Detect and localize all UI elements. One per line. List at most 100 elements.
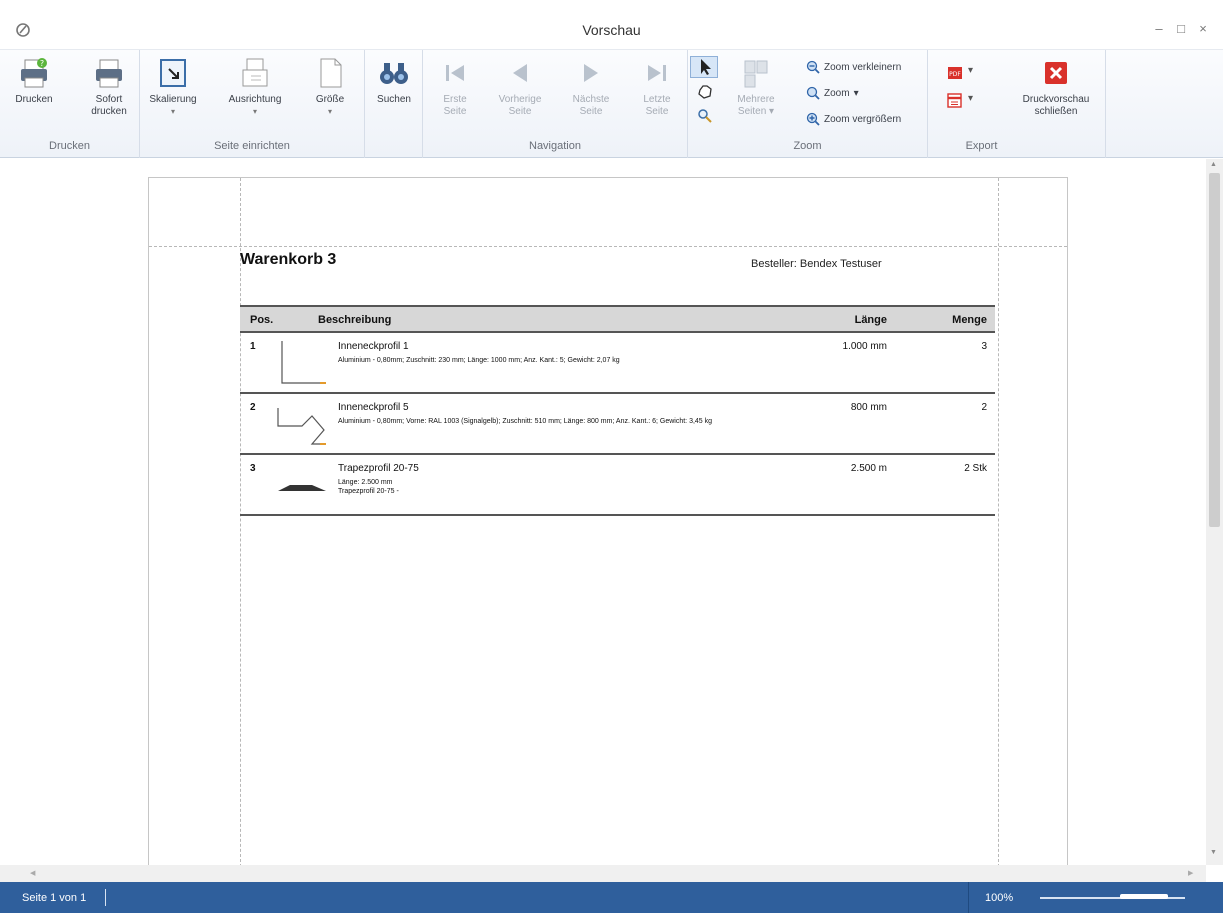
page-info: Seite 1 von 1 bbox=[22, 892, 87, 904]
row-pos: 3 bbox=[250, 463, 256, 474]
print-label: Drucken bbox=[15, 94, 53, 105]
cart-table: Pos. Beschreibung Länge Menge 1 Inneneck… bbox=[240, 305, 995, 516]
preview-area: Warenkorb 3 Besteller: Bendex Testuser P… bbox=[0, 159, 1206, 865]
search-button[interactable]: Suchen bbox=[369, 56, 419, 106]
scroll-down-icon[interactable]: ▼ bbox=[1210, 849, 1217, 856]
row-name: Trapezprofil 20-75 bbox=[338, 463, 419, 474]
next-page-button[interactable]: Nächste Seite bbox=[566, 56, 616, 118]
search-group: Suchen bbox=[365, 50, 423, 158]
ribbon: ? Drucken Sofort drucken Drucken Skalier… bbox=[0, 50, 1223, 158]
prev-page-label-1: Vorherige bbox=[498, 94, 542, 105]
horizontal-scrollbar[interactable]: ◀ ▶ bbox=[0, 865, 1206, 882]
row-description: Länge: 2.500 mm Trapezprofil 20-75 - bbox=[338, 478, 718, 496]
col-quantity: Menge bbox=[952, 314, 987, 326]
maximize-button[interactable]: □ bbox=[1172, 21, 1190, 36]
multiple-pages-dropdown-icon: ▾ bbox=[769, 106, 775, 117]
close-preview-label-1: Druckvorschau bbox=[1022, 94, 1090, 105]
magnifier-icon bbox=[698, 109, 712, 123]
close-preview-label-2: schließen bbox=[1034, 106, 1078, 117]
zoom-slider-knob[interactable] bbox=[1120, 894, 1168, 899]
scroll-up-icon[interactable]: ▲ bbox=[1210, 161, 1217, 168]
profile-thumbnail bbox=[281, 341, 326, 384]
table-header: Pos. Beschreibung Länge Menge bbox=[240, 305, 995, 333]
scroll-right-icon[interactable]: ▶ bbox=[1188, 869, 1193, 877]
top-margin-guide bbox=[149, 246, 1067, 247]
last-page-icon bbox=[648, 65, 666, 81]
orientation-button[interactable]: Ausrichtung ▾ bbox=[225, 56, 285, 118]
minimize-button[interactable]: – bbox=[1150, 21, 1168, 36]
page-setup-group-label: Seite einrichten bbox=[214, 140, 290, 152]
navigation-group: Erste Seite Vorherige Seite Nächste Seit… bbox=[423, 50, 688, 158]
first-page-icon bbox=[446, 65, 464, 81]
zoom-button[interactable]: Zoom ▾ bbox=[806, 86, 859, 100]
prev-page-button[interactable]: Vorherige Seite bbox=[493, 56, 547, 118]
export-group: PDF ▾ ▾ Druckvorschau schließen Export bbox=[928, 50, 1106, 158]
zoom-icon bbox=[806, 86, 820, 100]
left-margin-guide bbox=[240, 178, 241, 865]
title-bar: Vorschau – □ × bbox=[0, 10, 1223, 50]
zoom-dropdown-icon: ▾ bbox=[853, 87, 859, 99]
search-label: Suchen bbox=[377, 94, 411, 105]
vertical-scrollbar[interactable]: ▲ ▼ bbox=[1206, 159, 1223, 865]
row-length: 2.500 m bbox=[850, 463, 887, 474]
col-pos: Pos. bbox=[250, 314, 274, 326]
zoom-out-icon bbox=[806, 60, 820, 74]
orderer-label: Besteller: Bendex Testuser bbox=[751, 258, 882, 270]
page-setup-group: Skalierung ▾ Ausrichtung ▾ Größe ▾ Seite… bbox=[140, 50, 365, 158]
zoom-in-button[interactable]: Zoom vergrößern bbox=[806, 112, 901, 126]
row-pos: 2 bbox=[250, 402, 256, 413]
close-preview-button[interactable]: Druckvorschau schließen bbox=[1010, 56, 1102, 118]
print-button[interactable]: ? Drucken bbox=[14, 56, 54, 106]
quick-print-button[interactable]: Sofort drucken bbox=[84, 56, 134, 118]
zoom-out-label: Zoom verkleinern bbox=[824, 61, 902, 73]
image-export-button[interactable]: ▾ bbox=[946, 92, 986, 112]
close-preview-icon bbox=[1045, 62, 1067, 84]
pointer-tool-button[interactable] bbox=[690, 56, 718, 78]
scaling-label: Skalierung bbox=[149, 94, 197, 105]
hand-tool-button[interactable] bbox=[694, 81, 716, 103]
close-window-button[interactable]: × bbox=[1194, 21, 1212, 36]
col-description: Beschreibung bbox=[318, 314, 392, 326]
multiple-pages-icon bbox=[744, 60, 768, 88]
size-button[interactable]: Größe ▾ bbox=[310, 56, 350, 118]
print-group-label: Drucken bbox=[49, 140, 90, 152]
profile-thumbnail bbox=[278, 485, 326, 491]
printer-icon: ? bbox=[21, 58, 47, 88]
navigation-group-label: Navigation bbox=[529, 140, 581, 152]
vertical-scroll-thumb[interactable] bbox=[1209, 173, 1220, 527]
row-quantity: 2 Stk bbox=[964, 463, 987, 474]
profile-thumbnail bbox=[277, 408, 326, 445]
preview-window: Vorschau – □ × ? Drucken Sofort drucken … bbox=[0, 0, 1223, 913]
row-name: Inneneckprofil 5 bbox=[338, 402, 409, 413]
multiple-pages-button[interactable]: Mehrere Seiten ▾ bbox=[728, 56, 784, 118]
binoculars-icon bbox=[380, 63, 408, 84]
zoom-group: Mehrere Seiten ▾ Zoom verkleinern Zoom ▾ bbox=[688, 50, 928, 158]
export-group-label: Export bbox=[965, 140, 998, 152]
zoom-in-icon bbox=[806, 112, 820, 126]
report-page: Warenkorb 3 Besteller: Bendex Testuser P… bbox=[148, 177, 1068, 865]
last-page-label-1: Letzte bbox=[643, 94, 671, 105]
scaling-dropdown-icon: ▾ bbox=[170, 107, 175, 116]
page-size-icon bbox=[320, 58, 342, 88]
table-row: 3 Trapezprofil 20-75 Länge: 2.500 mm Tra… bbox=[240, 455, 995, 516]
last-page-label-2: Seite bbox=[645, 106, 669, 117]
row-quantity: 3 bbox=[981, 341, 987, 352]
zoom-in-label: Zoom vergrößern bbox=[824, 113, 902, 125]
first-page-button[interactable]: Erste Seite bbox=[433, 56, 477, 118]
quick-print-label-1: Sofort bbox=[95, 94, 123, 105]
pdf-export-dropdown-icon: ▾ bbox=[968, 65, 974, 76]
zoom-out-button[interactable]: Zoom verkleinern bbox=[806, 60, 901, 74]
last-page-button[interactable]: Letzte Seite bbox=[635, 56, 679, 118]
multiple-pages-label-1: Mehrere bbox=[737, 94, 775, 105]
image-export-dropdown-icon: ▾ bbox=[968, 93, 974, 104]
magnifier-tool-button[interactable] bbox=[696, 107, 716, 125]
pdf-export-button[interactable]: PDF ▾ bbox=[946, 64, 986, 84]
svg-text:?: ? bbox=[40, 59, 44, 68]
hand-icon bbox=[698, 85, 712, 99]
first-page-label-2: Seite bbox=[443, 106, 467, 117]
scroll-left-icon[interactable]: ◀ bbox=[30, 869, 35, 877]
pdf-export-icon: PDF bbox=[948, 67, 962, 79]
scaling-button[interactable]: Skalierung ▾ bbox=[148, 56, 198, 118]
prev-page-label-2: Seite bbox=[508, 106, 532, 117]
col-length: Länge bbox=[854, 314, 887, 326]
